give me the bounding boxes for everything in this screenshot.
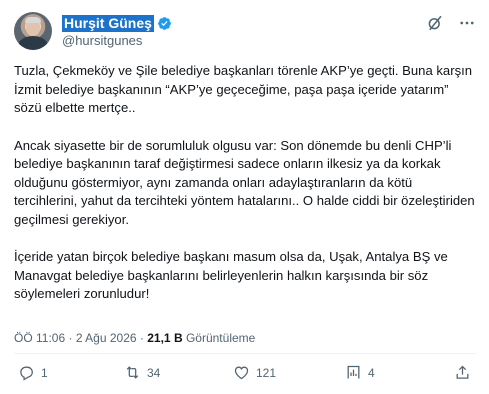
repost-button[interactable]: 34 xyxy=(124,364,160,381)
like-icon xyxy=(234,366,249,380)
top-icons xyxy=(426,14,476,32)
like-count: 121 xyxy=(256,365,277,380)
verified-badge-icon xyxy=(158,16,171,30)
views-label: Görüntüleme xyxy=(185,331,256,345)
grok-icon[interactable] xyxy=(426,14,444,32)
action-bar: 1 34 121 4 xyxy=(14,364,476,386)
tweet-meta: ÖÖ 11:06 · 2 Ağu 2026 · 21,1 B Görüntüle… xyxy=(14,331,255,345)
repost-count: 34 xyxy=(147,365,161,380)
reply-button[interactable]: 1 xyxy=(18,364,48,381)
tweet: Hurşit Güneş @hursitgunes Tuzla, Çekmekö… xyxy=(0,0,489,394)
more-icon[interactable] xyxy=(458,14,476,32)
tweet-text: Tuzla, Çekmeköy ve Şile belediye başkanl… xyxy=(14,62,476,323)
tweet-paragraph: İçeride yatan birçok belediye başkanı ma… xyxy=(14,249,448,301)
tweet-paragraph: Tuzla, Çekmeköy ve Şile belediye başkanl… xyxy=(14,63,473,115)
avatar[interactable] xyxy=(14,12,52,50)
meta-separator: · xyxy=(68,331,73,345)
reply-count: 1 xyxy=(41,365,48,380)
reply-icon xyxy=(20,366,33,381)
meta-separator: · xyxy=(139,331,144,345)
display-name[interactable]: Hurşit Güneş xyxy=(62,14,154,32)
tweet-time[interactable]: ÖÖ 11:06 xyxy=(14,331,65,345)
handle[interactable]: @hursitgunes xyxy=(62,33,142,48)
views-count: 21,1 B xyxy=(147,331,183,345)
bookmark-button[interactable]: 4 xyxy=(345,364,375,381)
like-button[interactable]: 121 xyxy=(233,364,276,381)
divider xyxy=(14,353,476,354)
share-button[interactable] xyxy=(454,364,471,381)
repost-icon xyxy=(126,366,139,379)
share-icon xyxy=(456,365,469,379)
bookmark-count: 4 xyxy=(368,365,375,380)
tweet-paragraph: Ancak siyasette bir de sorumluluk olgusu… xyxy=(14,137,475,227)
tweet-date[interactable]: 2 Ağu 2026 xyxy=(76,331,137,345)
name-row: Hurşit Güneş xyxy=(62,14,172,32)
tweet-header: Hurşit Güneş @hursitgunes xyxy=(14,12,476,52)
bookmark-icon xyxy=(347,365,360,379)
